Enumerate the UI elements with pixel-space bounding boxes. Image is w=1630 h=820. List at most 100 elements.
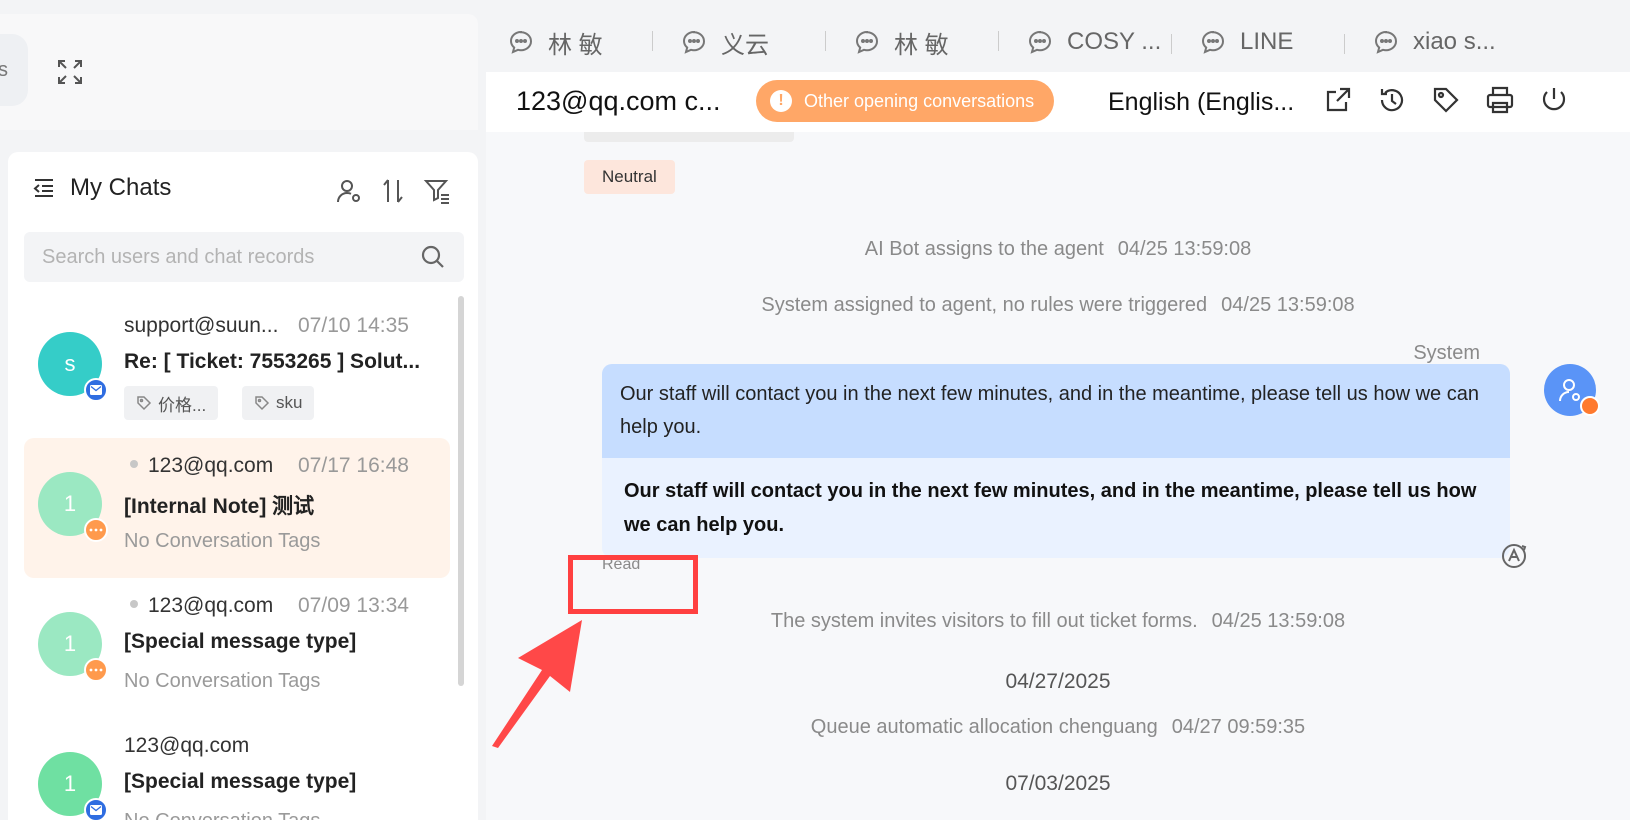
left-toolbar: s [0, 14, 478, 130]
tag-icon[interactable] [1430, 84, 1462, 116]
avatar-initial: 1 [63, 491, 77, 516]
chat-contact-name-text: 123@qq.com [148, 454, 274, 477]
tab-label: COSY ... [1067, 28, 1162, 55]
mail-icon [90, 805, 102, 815]
translate-icon[interactable] [1500, 542, 1528, 570]
sort-icon[interactable] [378, 176, 408, 206]
chat-contact-name: 123@qq.com [124, 454, 289, 478]
tab-separator [1344, 34, 1345, 54]
no-tags-label: No Conversation Tags [124, 670, 321, 692]
chat-bubble-icon [855, 30, 879, 54]
email-channel-badge [84, 798, 108, 820]
chat-dots-icon [89, 528, 103, 532]
chat-bubble-icon [509, 30, 533, 54]
conversation-tag[interactable]: 价格... [124, 386, 219, 420]
email-channel-badge [84, 378, 108, 402]
date-divider: 07/03/2025 [1005, 772, 1111, 795]
message-area: Neutral AI Bot assigns to the agent 04/25… [486, 132, 1630, 820]
agent-user-icon [1559, 379, 1580, 402]
tab-separator [1171, 34, 1172, 54]
ticket-event-time: 04/25 13:59:08 [1211, 610, 1346, 632]
conversation-title: 123@qq.com c... [516, 86, 721, 116]
tab-label: LINE [1240, 28, 1294, 55]
tab-label: 义云 [721, 31, 769, 59]
tab-label: 林 敏 [548, 31, 603, 59]
chat-subject: [Special message type] [124, 770, 357, 793]
queue-event-text: Queue automatic allocation chenguang [810, 716, 1158, 738]
system-event-text: System assigned to agent, no rules were … [761, 294, 1208, 316]
chat-channel-badge [84, 518, 108, 542]
queue-event: Queue automatic allocation chenguang 04/2… [486, 716, 1630, 739]
tab-separator [825, 30, 826, 51]
chat-time: 07/17 16:48 [298, 454, 409, 477]
tab-conversation[interactable]: xiao s... [1353, 28, 1526, 56]
sentiment-tag: Neutral [584, 160, 675, 194]
system-event-time: 04/25 13:59:08 [1221, 294, 1355, 316]
chat-contact-name-text: 123@qq.com [148, 594, 274, 617]
filter-icon[interactable] [422, 176, 452, 206]
date-divider: 04/27/2025 [1005, 670, 1111, 693]
chat-list-item[interactable]: s support@suun... 07/10 14:35 Re: [ Ticket:… [24, 298, 450, 438]
message-original: Our staff will contact you in the next f… [602, 364, 1510, 458]
expand-icon[interactable] [56, 58, 84, 86]
conversation-tag[interactable]: sku [242, 386, 315, 420]
tag-label: 价格... [158, 395, 207, 415]
power-icon[interactable] [1538, 84, 1570, 116]
header-actions [1322, 84, 1570, 116]
message-translation: Our staff will contact you in the next f… [624, 480, 1477, 536]
avatar-initial: s [64, 351, 76, 376]
alert-icon: ! [770, 90, 792, 112]
collapsed-pill[interactable]: s [0, 34, 28, 106]
system-event: System assigned to agent, no rules were … [486, 294, 1630, 317]
highlight-box [568, 555, 698, 614]
chat-subject: Re: [ Ticket: 7553265 ] Solut... [124, 350, 421, 373]
tag-icon [137, 396, 152, 411]
user-settings-icon[interactable] [334, 176, 364, 206]
chat-contact-name: 123@qq.com [124, 594, 289, 618]
chat-contact-name-text: support@suun... [124, 314, 279, 337]
chat-bubble-icon [1028, 30, 1052, 54]
avatar-initial: 1 [63, 631, 77, 656]
chat-list-scrollbar[interactable] [458, 296, 464, 686]
search-input[interactable] [42, 245, 420, 269]
menu-collapse-icon[interactable] [32, 176, 56, 200]
mail-icon [90, 385, 102, 395]
tab-conversation[interactable]: 义云 [661, 25, 834, 60]
chat-channel-badge [84, 658, 108, 682]
chat-list-item[interactable]: 1 123@qq.com [Special message type] No Conv… [24, 718, 450, 820]
chat-contact-name: support@suun... [124, 314, 289, 338]
tab-separator [998, 30, 999, 51]
chat-contact-name: 123@qq.com [124, 734, 289, 758]
chat-time: 07/10 14:35 [298, 314, 409, 337]
tag-label: sku [276, 393, 303, 412]
print-icon[interactable] [1484, 84, 1516, 116]
share-icon[interactable] [1322, 84, 1354, 116]
system-event: AI Bot assigns to the agent 04/25 13:59:0… [486, 238, 1630, 261]
chat-list-item[interactable]: 1 123@qq.com 07/17 16:48 [Internal Note] 测试… [24, 438, 450, 578]
message-bubble: Our staff will contact you in the next f… [602, 364, 1510, 558]
conversation-tabs: 林 敏 义云 林 敏 COSY ... LINE xiao s... [488, 14, 1526, 70]
chat-window: 123@qq.com c... ! Other opening conversa… [486, 72, 1630, 820]
chat-time: 07/09 13:34 [298, 594, 409, 617]
online-status-dot [130, 460, 138, 469]
chat-list-panel: My Chats s support@suun... 07/10 14:35 Re: … [8, 152, 478, 820]
language-selector[interactable]: English (Englis... [1108, 88, 1294, 117]
chat-subject: [Special message type] [124, 630, 357, 653]
tag-icon [255, 396, 270, 411]
chat-list-item[interactable]: 1 123@qq.com 07/09 13:34 [Special message t… [24, 578, 450, 718]
my-chats-title: My Chats [70, 174, 172, 201]
search-box [24, 232, 464, 282]
online-status-dot [130, 600, 138, 609]
tab-conversation[interactable]: LINE [1180, 28, 1353, 56]
tab-conversation[interactable]: 林 敏 [488, 25, 661, 60]
chat-dots-icon [89, 668, 103, 672]
other-conversations-button[interactable]: ! Other opening conversations [756, 80, 1055, 122]
annotation-arrow-icon [492, 620, 582, 748]
tab-conversation[interactable]: 林 敏 [834, 25, 1007, 60]
tab-conversation[interactable]: COSY ... [1007, 28, 1180, 56]
queue-event-time: 04/27 09:59:35 [1171, 716, 1306, 738]
tab-separator [652, 30, 653, 51]
history-icon[interactable] [1376, 84, 1408, 116]
chat-contact-name-text: 123@qq.com [124, 734, 250, 757]
search-icon[interactable] [420, 244, 446, 270]
